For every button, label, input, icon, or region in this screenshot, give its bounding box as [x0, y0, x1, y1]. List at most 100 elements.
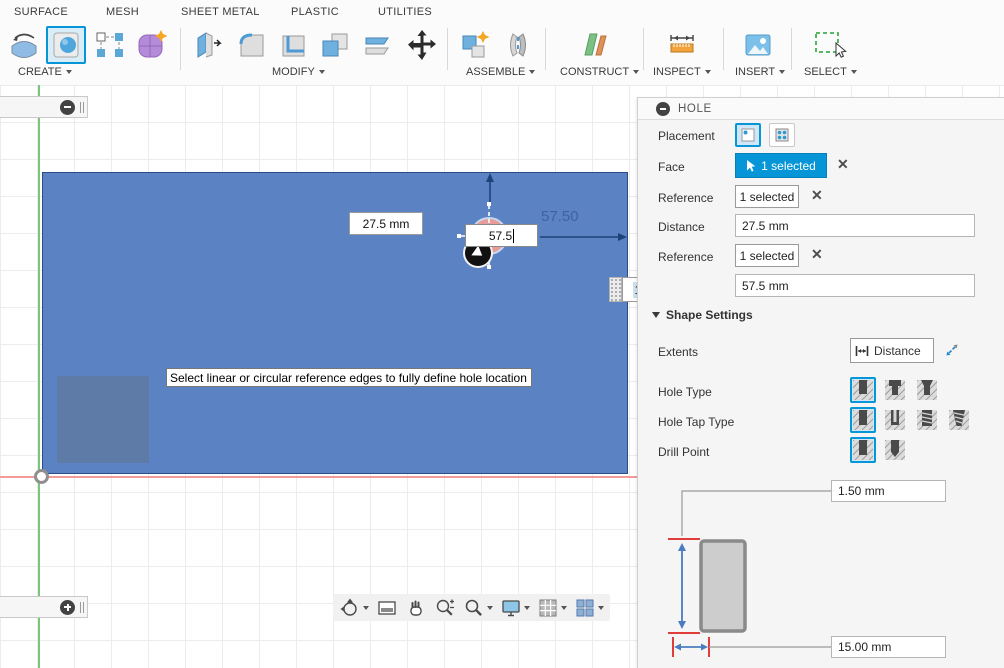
text-cursor	[513, 229, 514, 243]
assemble-menu-label: ASSEMBLE	[466, 66, 525, 78]
pan-button[interactable]	[405, 597, 427, 619]
drill-point-flat-button[interactable]	[850, 437, 876, 463]
y-axis-line	[38, 85, 40, 668]
new-component-icon[interactable]	[456, 26, 496, 64]
depth-input[interactable]: 1.50 mm	[831, 480, 946, 502]
distance-input[interactable]: 27.5 mm	[735, 214, 975, 237]
combine-icon[interactable]	[316, 26, 356, 64]
hole-tool-icon[interactable]	[46, 26, 86, 64]
orbit-icon	[339, 597, 361, 619]
multiple-holes-icon	[774, 127, 790, 143]
look-at-icon	[376, 597, 398, 619]
zoom-window-button[interactable]	[463, 597, 493, 619]
magnifier-icon	[463, 597, 485, 619]
select-menu-button[interactable]: SELECT	[804, 66, 857, 78]
hole-type-simple-button[interactable]	[850, 377, 876, 403]
clear-face-button[interactable]: ✕	[837, 156, 849, 173]
placement-multiple-button[interactable]	[769, 123, 795, 147]
orbit-button[interactable]	[339, 597, 369, 619]
look-at-button[interactable]	[376, 597, 398, 619]
section-collapse-icon	[652, 312, 660, 318]
joint-icon[interactable]	[498, 26, 538, 64]
face-selection-button[interactable]: 1 selected	[735, 153, 827, 178]
tap-type-tapped-button[interactable]	[914, 407, 940, 433]
minus-icon	[64, 106, 71, 108]
chevron-down-icon	[524, 606, 530, 610]
grid-settings-button[interactable]	[537, 597, 567, 619]
insert-image-icon[interactable]	[738, 26, 778, 64]
clear-reference-button[interactable]: ✕	[811, 187, 823, 204]
taper-tapped-icon	[949, 410, 969, 430]
tab-sheet-metal[interactable]: SHEET METAL	[181, 6, 260, 18]
reference2-label: Reference	[658, 250, 713, 264]
tab-surface[interactable]: SURFACE	[14, 6, 68, 18]
combine-glyph	[319, 29, 353, 61]
inspect-menu-button[interactable]: INSPECT	[653, 66, 711, 78]
flip-direction-button[interactable]	[943, 341, 961, 364]
form-icon[interactable]	[132, 26, 172, 64]
timeline-grip-handle[interactable]	[80, 602, 84, 613]
chevron-down-icon	[319, 70, 325, 74]
tab-utilities[interactable]: UTILITIES	[378, 6, 432, 18]
measure-icon[interactable]	[662, 26, 702, 64]
secondary-distance-input[interactable]: 57.5 mm	[735, 274, 975, 297]
shape-settings-section-toggle[interactable]: Shape Settings	[652, 308, 753, 322]
browser-grip-handle[interactable]	[80, 102, 84, 113]
fillet-glyph	[235, 29, 269, 61]
tapped-icon	[917, 410, 937, 430]
dimension-edit-box[interactable]: 57.5	[465, 224, 538, 247]
hole-dialog-header[interactable]: HOLE	[638, 98, 1004, 120]
assemble-menu-button[interactable]: ASSEMBLE	[466, 66, 535, 78]
drill-point-angle-button[interactable]	[882, 437, 908, 463]
chevron-down-icon	[363, 606, 369, 610]
toolbar-divider	[723, 28, 724, 70]
placement-single-button[interactable]	[735, 123, 761, 147]
expand-timeline-button[interactable]	[60, 600, 75, 615]
split-body-icon[interactable]	[358, 26, 398, 64]
viewports-button[interactable]	[574, 597, 604, 619]
clear-reference2-button[interactable]: ✕	[811, 246, 823, 263]
create-menu-button[interactable]: CREATE	[18, 66, 72, 78]
fillet-icon[interactable]	[232, 26, 272, 64]
construct-plane-icon[interactable]	[574, 26, 614, 64]
move-icon[interactable]	[402, 26, 442, 64]
tap-type-simple-button[interactable]	[850, 407, 876, 433]
extents-value: Distance	[874, 344, 921, 358]
toolbar-divider	[447, 28, 448, 70]
insert-menu-button[interactable]: INSERT	[735, 66, 785, 78]
zoom-button[interactable]	[434, 597, 456, 619]
shell-icon[interactable]	[274, 26, 314, 64]
display-settings-button[interactable]	[500, 597, 530, 619]
reference-label: Reference	[658, 191, 713, 205]
construct-menu-button[interactable]: CONSTRUCT	[560, 66, 639, 78]
inspect-menu-label: INSPECT	[653, 66, 701, 78]
chevron-down-icon	[529, 70, 535, 74]
press-pull-icon[interactable]	[188, 26, 228, 64]
tap-type-clearance-button[interactable]	[882, 407, 908, 433]
drill-flat-icon	[853, 440, 873, 460]
select-tool-icon[interactable]	[810, 26, 850, 64]
hole-type-countersink-button[interactable]	[914, 377, 940, 403]
face-label: Face	[658, 160, 685, 174]
collapse-browser-button[interactable]	[60, 100, 75, 115]
reference-selection-button[interactable]: 1 selected	[735, 185, 799, 208]
extents-dropdown[interactable]: Distance	[850, 338, 934, 363]
face-highlight-region	[57, 376, 149, 463]
toolbar-divider	[180, 28, 181, 70]
diameter-input[interactable]: 15.00 mm	[831, 636, 946, 658]
tap-type-taper-button[interactable]	[946, 407, 972, 433]
dialog-grip-icon	[656, 102, 670, 116]
tab-mesh[interactable]: MESH	[106, 6, 139, 18]
hole-type-counterbore-button[interactable]	[882, 377, 908, 403]
tab-plastic[interactable]: PLASTIC	[291, 6, 339, 18]
pattern-glyph	[93, 29, 127, 61]
dimension-drag-grip[interactable]	[609, 277, 622, 302]
dimension-input-horizontal[interactable]: 27.5 mm	[349, 212, 423, 235]
hole-dialog: HOLE Placement Face 1 selected ✕ Referen…	[637, 97, 1004, 668]
toolbar-divider	[545, 28, 546, 70]
revolve-icon[interactable]	[4, 26, 44, 64]
modify-menu-button[interactable]: MODIFY	[272, 66, 325, 78]
chevron-down-icon	[487, 606, 493, 610]
reference2-selection-button[interactable]: 1 selected	[735, 244, 799, 267]
pattern-icon[interactable]	[90, 26, 130, 64]
